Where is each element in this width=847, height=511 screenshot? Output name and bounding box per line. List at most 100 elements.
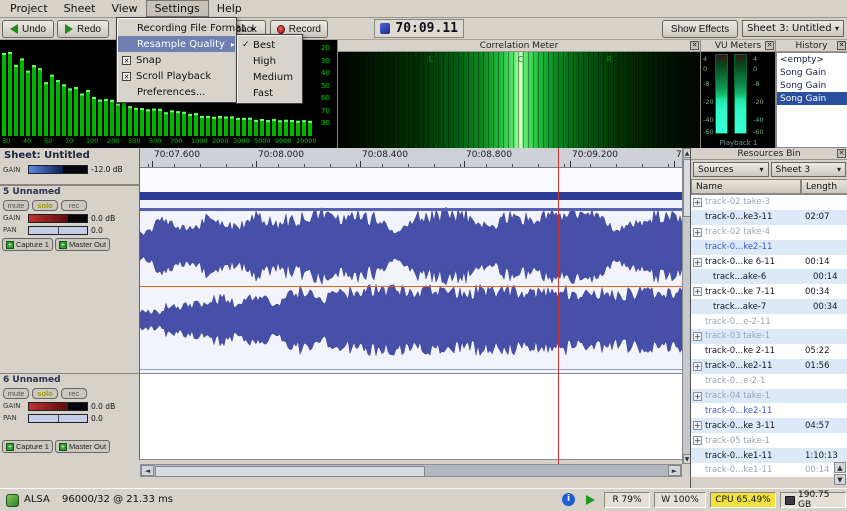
menubar-item-settings[interactable]: Settings (146, 0, 209, 17)
history-item[interactable]: Song Gain (777, 66, 847, 79)
sheet-selector-combo[interactable]: Sheet 3: Untitled▾ (742, 20, 844, 37)
menu-item-preferences[interactable]: Preferences... (118, 84, 235, 100)
resource-row[interactable]: +track-02 take-4 (691, 225, 847, 240)
scroll-right-arrow[interactable]: ► (668, 465, 681, 476)
timeline-label: 70:08.800 (466, 150, 512, 160)
menu-item-fast[interactable]: Fast (238, 85, 301, 101)
scrollbar-thumb[interactable] (155, 466, 425, 477)
history-item[interactable]: Song Gain (777, 92, 847, 105)
column-header-name[interactable]: Name (691, 179, 801, 194)
menubar-item-project[interactable]: Project (2, 1, 56, 16)
menu-item-scroll-playback[interactable]: ✕Scroll Playback (118, 68, 235, 84)
sheet-gain-slider[interactable] (28, 165, 88, 174)
close-icon[interactable]: ✕ (837, 149, 846, 158)
track-pan-slider[interactable] (28, 414, 88, 423)
resource-row[interactable]: +track-0...ke 6-1100:14 (691, 255, 847, 270)
close-icon[interactable]: ✕ (765, 41, 774, 50)
resource-row[interactable]: track-0...ke1-1100:14 (691, 463, 847, 477)
resource-row[interactable]: +track-02 take-3 (691, 195, 847, 210)
solo-button[interactable]: solo (32, 388, 58, 399)
resource-row[interactable]: +track-0...ke2-1101:56 (691, 359, 847, 374)
scroll-left-arrow[interactable]: ◄ (141, 465, 154, 476)
rec-button[interactable]: rec (61, 200, 87, 211)
correlation-title-label: Correlation Meter (480, 41, 559, 51)
close-icon[interactable]: ✕ (837, 41, 846, 50)
input-bus-button[interactable]: +Capture 1 (2, 238, 53, 251)
resource-row[interactable]: +track-0...ke 3-1104:57 (691, 418, 847, 433)
menu-item-recording-file-format[interactable]: Recording File Format▸ (118, 20, 235, 36)
mute-button[interactable]: mute (3, 200, 29, 211)
timeline-ruler[interactable]: 70:07.60070:08.00070:08.40070:08.80070:0… (140, 148, 682, 168)
track-lane-5[interactable] (140, 168, 682, 373)
track-header-5: 5 Unnamed mute solo rec GAIN 0.0 dB PAN … (0, 185, 140, 373)
resource-row[interactable]: track-0...ke2-11 (691, 240, 847, 255)
sources-filter-combo[interactable]: Sources▾ (693, 162, 769, 177)
resource-row[interactable]: track-0...e-2-11 (691, 314, 847, 329)
vu-meters-panel: VU Meters✕ Playback 1 4400-8-8-20-20-40-… (700, 40, 775, 148)
tree-expand-icon[interactable]: + (693, 228, 702, 237)
info-icon[interactable]: i (562, 493, 575, 506)
close-icon[interactable]: ✕ (690, 41, 699, 50)
timeline-major-tick (256, 161, 257, 167)
timeline-tick (278, 164, 279, 167)
history-item[interactable]: <empty> (777, 53, 847, 66)
audio-region-bar[interactable] (140, 192, 682, 200)
tree-expand-icon[interactable]: + (693, 287, 702, 296)
history-title: History✕ (776, 40, 847, 52)
show-effects-button[interactable]: Show Effects (662, 20, 738, 38)
tree-expand-icon[interactable]: + (693, 332, 702, 341)
resource-row[interactable]: +track-0...ke 7-1100:34 (691, 284, 847, 299)
resource-row[interactable]: +track-04 take-1 (691, 389, 847, 404)
checkbox-checked-icon: ✕ (122, 72, 131, 81)
menu-item-high[interactable]: High (238, 53, 301, 69)
resource-row[interactable]: track...ake-700:34 (691, 299, 847, 314)
resource-length: 04:57 (805, 421, 846, 431)
menu-item-resample-quality[interactable]: Resample Quality▸ (118, 36, 235, 52)
menubar-item-view[interactable]: View (103, 1, 145, 16)
menubar-item-help[interactable]: Help (209, 1, 250, 16)
track-gain-slider[interactable] (28, 402, 88, 411)
menu-item-best[interactable]: ✓Best (238, 37, 301, 53)
tree-expand-icon[interactable]: + (693, 362, 702, 371)
output-bus-button[interactable]: +Master Out (55, 440, 110, 453)
resource-row[interactable]: track-0...ke1-111:10:13 (691, 448, 847, 463)
rec-button[interactable]: rec (61, 388, 87, 399)
resource-row[interactable]: track...ake-600:14 (691, 269, 847, 284)
resource-row[interactable]: track-0...e-2-1 (691, 374, 847, 389)
input-bus-button[interactable]: +Capture 1 (2, 440, 53, 453)
menu-item-medium[interactable]: Medium (238, 69, 301, 85)
track-lane-6[interactable] (140, 373, 682, 460)
menu-item-snap[interactable]: ✕Snap (118, 52, 235, 68)
tree-expand-icon[interactable]: + (693, 436, 702, 445)
resource-row[interactable]: +track-03 take-1 (691, 329, 847, 344)
track-pan-slider[interactable] (28, 226, 88, 235)
tree-spacer (701, 272, 710, 281)
menubar-item-sheet[interactable]: Sheet (56, 1, 104, 16)
tree-expand-icon[interactable]: + (693, 421, 702, 430)
output-bus-button[interactable]: +Master Out (55, 238, 110, 251)
sheet-filter-combo[interactable]: Sheet 3▾ (771, 162, 847, 177)
column-header-length[interactable]: Length (801, 179, 847, 194)
frequency-label: 300 (128, 137, 140, 145)
scroll-down-arrow[interactable]: ▼ (834, 474, 846, 485)
resource-row[interactable]: track-0...ke 2-1105:22 (691, 344, 847, 359)
tree-expand-icon[interactable]: + (693, 258, 702, 267)
tree-expand-icon[interactable]: + (693, 198, 702, 207)
resource-row[interactable]: track-0...ke2-11 (691, 403, 847, 418)
scroll-up-arrow[interactable]: ▲ (834, 462, 846, 473)
record-label: Record (289, 24, 321, 35)
sheet-selector-value: Sheet 3: Untitled (747, 23, 832, 34)
resource-row[interactable]: track-0...ke3-1102:07 (691, 210, 847, 225)
resource-length: 00:14 (805, 257, 846, 267)
solo-button[interactable]: solo (32, 200, 58, 211)
mute-button[interactable]: mute (3, 388, 29, 399)
redo-button[interactable]: Redo (57, 20, 109, 38)
history-item[interactable]: Song Gain (777, 79, 847, 92)
track-gain-slider[interactable] (28, 214, 88, 223)
tree-expand-icon[interactable]: + (693, 392, 702, 401)
horizontal-scrollbar[interactable]: ◄ ► (140, 464, 682, 477)
frequency-label: 2000 (212, 137, 229, 145)
undo-button[interactable]: Undo (2, 20, 54, 38)
playhead-cursor[interactable] (558, 148, 559, 464)
resource-row[interactable]: +track-05 take-1 (691, 433, 847, 448)
